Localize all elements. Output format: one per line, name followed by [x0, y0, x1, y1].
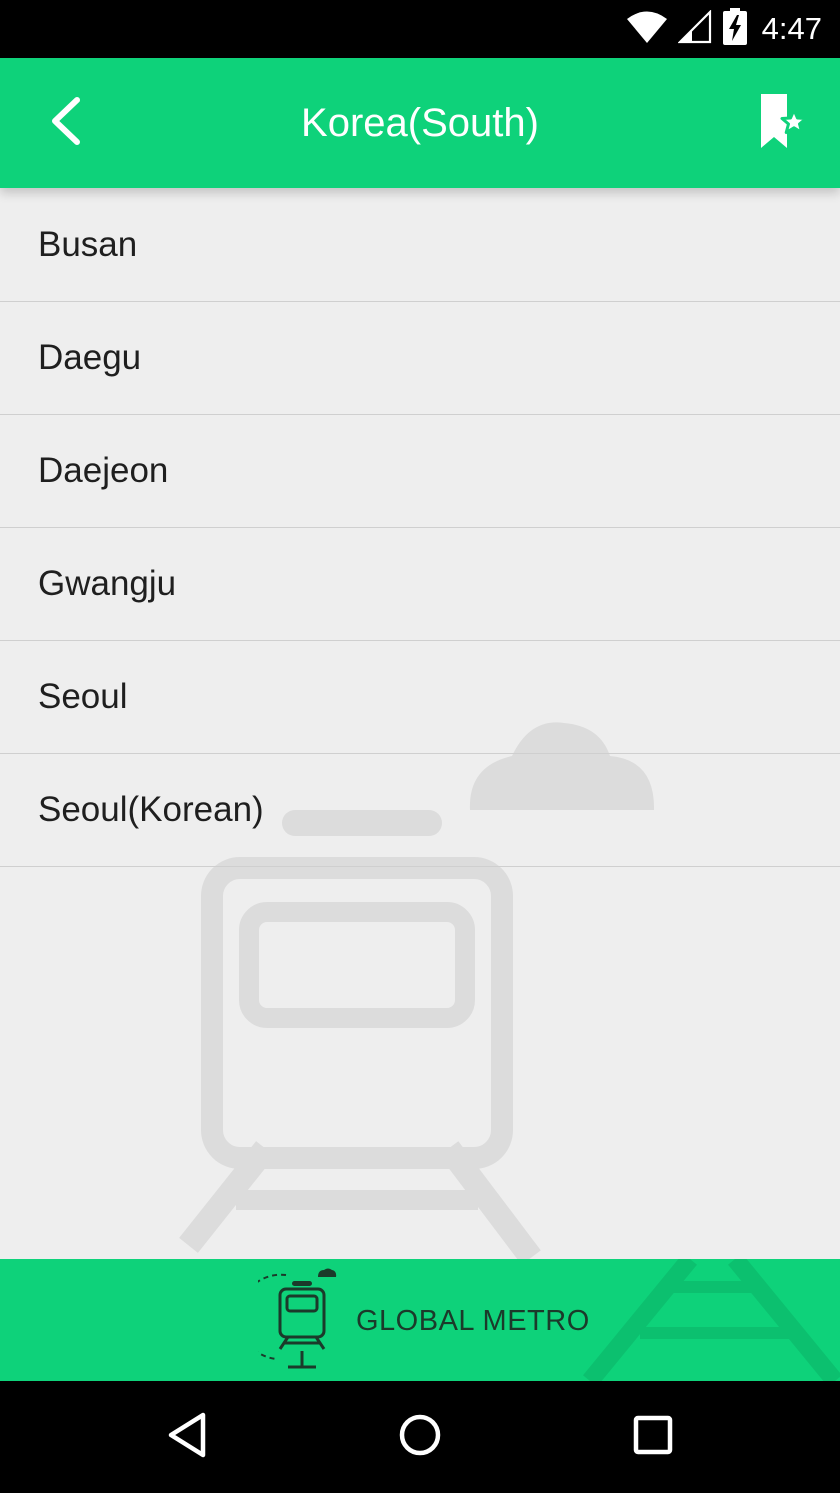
city-item-daejeon[interactable]: Daejeon: [0, 415, 840, 528]
nav-back-button[interactable]: [152, 1402, 222, 1472]
brand-name: GLOBAL METRO: [356, 1304, 590, 1337]
city-item-busan[interactable]: Busan: [0, 188, 840, 302]
back-button[interactable]: [30, 88, 100, 158]
app-screen: 4:47 Korea(South) Busan Daegu Daejeon Gw…: [0, 0, 840, 1493]
train-icon: [237, 1267, 338, 1375]
bookmark-star-icon: [757, 92, 809, 154]
back-triangle-icon: [165, 1411, 209, 1463]
page-title: Korea(South): [301, 101, 539, 145]
status-time: 4:47: [761, 11, 822, 46]
brand-logo: GLOBAL METRO: [237, 1267, 590, 1375]
battery-charging-icon: [722, 8, 748, 50]
wifi-icon: [626, 10, 668, 48]
home-circle-icon: [397, 1412, 443, 1462]
chevron-left-icon: [43, 96, 87, 150]
recents-square-icon: [632, 1414, 674, 1460]
city-item-seoul-korean[interactable]: Seoul(Korean): [0, 754, 840, 867]
city-list-container: Busan Daegu Daejeon Gwangju Seoul Seoul(…: [0, 188, 840, 1259]
city-item-daegu[interactable]: Daegu: [0, 302, 840, 415]
city-list: Busan Daegu Daejeon Gwangju Seoul Seoul(…: [0, 188, 840, 867]
cell-signal-icon: [677, 9, 712, 48]
city-item-seoul[interactable]: Seoul: [0, 641, 840, 754]
nav-recents-button[interactable]: [618, 1402, 688, 1472]
nav-home-button[interactable]: [385, 1402, 455, 1472]
city-item-gwangju[interactable]: Gwangju: [0, 528, 840, 641]
status-icons: 4:47: [626, 8, 822, 50]
status-bar: 4:47: [0, 0, 840, 58]
system-nav-bar: [0, 1381, 840, 1493]
favorites-button[interactable]: [748, 88, 818, 158]
app-bar: Korea(South): [0, 58, 840, 188]
footer-banner: GLOBAL METRO: [0, 1259, 840, 1381]
